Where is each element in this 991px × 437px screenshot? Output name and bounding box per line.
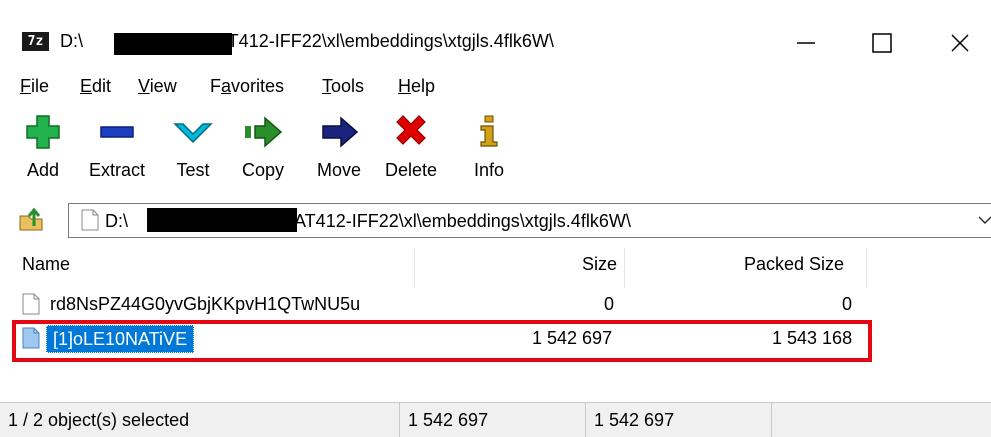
menu-file-mnemonic: F — [20, 76, 31, 96]
maximize-icon — [872, 33, 892, 53]
test-button[interactable]: Test — [158, 110, 228, 181]
move-button[interactable]: Move — [304, 110, 374, 181]
status-selection-text: 1 / 2 object(s) selected — [8, 410, 190, 430]
maximize-button[interactable] — [852, 22, 912, 64]
menu-edit-mnemonic: E — [80, 76, 93, 96]
copy-arrow-icon — [245, 116, 283, 148]
menu-favorites-mnemonic: a — [221, 76, 232, 96]
plus-icon — [26, 115, 60, 149]
info-icon — [480, 115, 498, 147]
delete-label: Delete — [384, 160, 438, 180]
status-size-text: 1 542 697 — [408, 410, 489, 430]
menu-edit-label: dit — [92, 76, 112, 96]
status-size-cell: 1 542 697 — [400, 403, 586, 437]
copy-button[interactable]: Copy — [228, 110, 298, 181]
red-highlight-annotation — [12, 320, 872, 362]
column-header-packed-size[interactable]: Packed Size — [744, 254, 844, 275]
file-packed-size: 0 — [842, 294, 853, 314]
status-packed-text: 1 542 697 — [594, 410, 675, 430]
window-title-prefix: D:\ — [60, 31, 84, 51]
file-name: rd8NsPZ44G0yvGbjKKpvH1QTwNU5u — [50, 294, 361, 314]
add-button[interactable]: Add — [8, 110, 78, 181]
close-button[interactable] — [930, 22, 990, 64]
redaction-bar — [114, 33, 232, 55]
column-header-size[interactable]: Size — [582, 254, 617, 275]
redaction-bar — [147, 208, 297, 232]
minimize-icon — [797, 42, 815, 44]
menu-help-label: elp — [411, 76, 436, 96]
address-path-suffix: GAT412-IFF22\xl\embeddings\xtgjls.4flk6W… — [280, 211, 631, 231]
info-button[interactable]: Info — [454, 110, 524, 181]
menu-file[interactable]: File — [20, 76, 49, 97]
window-title-suffix: GAT412-IFF22\xl\embeddings\xtgjls.4flk6W… — [203, 31, 554, 51]
column-divider — [866, 248, 867, 288]
table-row[interactable]: rd8NsPZ44G0yvGbjKKpvH1QTwNU5u 0 0 — [0, 290, 991, 320]
menu-edit[interactable]: Edit — [80, 76, 111, 97]
menu-help-mnemonic: H — [398, 76, 411, 96]
menu-view[interactable]: View — [138, 76, 177, 97]
menu-favorites[interactable]: Favorites — [210, 76, 284, 97]
minus-icon — [100, 126, 134, 138]
copy-label: Copy — [241, 160, 285, 180]
move-arrow-icon — [322, 116, 359, 148]
up-folder-button[interactable] — [18, 206, 44, 237]
move-label: Move — [316, 160, 361, 180]
address-field[interactable]: D:\ GAT412-IFF22\xl\embeddings\xtgjls.4fl… — [68, 203, 991, 238]
file-size: 0 — [604, 294, 615, 314]
test-label: Test — [176, 160, 210, 180]
add-label: Add — [26, 160, 60, 180]
column-divider — [624, 248, 625, 288]
info-label: Info — [473, 160, 505, 180]
status-packed-cell: 1 542 697 — [586, 403, 772, 437]
close-icon — [951, 34, 969, 52]
address-bar: D:\ GAT412-IFF22\xl\embeddings\xtgjls.4fl… — [0, 200, 991, 240]
menu-file-label: ile — [31, 76, 50, 96]
address-path-prefix: D:\ — [105, 211, 129, 231]
column-divider — [414, 248, 415, 288]
delete-x-icon — [396, 115, 426, 145]
column-header-name[interactable]: Name — [22, 254, 70, 275]
menu-bar: File Edit View Favorites Tools Help — [0, 70, 991, 106]
toolbar: Add Extract Test Copy Move Delete Info — [0, 110, 991, 196]
delete-button[interactable]: Delete — [376, 110, 446, 181]
7zip-app-icon: 7z — [22, 32, 49, 51]
check-chevron-icon — [173, 123, 213, 144]
document-icon — [22, 293, 40, 315]
menu-help[interactable]: Help — [398, 76, 435, 97]
menu-favorites-label: vorites — [231, 76, 285, 96]
menu-tools-mnemonic: T — [322, 76, 331, 96]
document-icon — [81, 209, 99, 231]
menu-favorites-first: F — [210, 76, 221, 96]
status-bar: 1 / 2 object(s) selected 1 542 697 1 542… — [0, 402, 991, 437]
title-bar: 7z D:\ GAT412-IFF22\xl\embeddings\xtgjls.… — [0, 0, 991, 70]
status-selection-cell: 1 / 2 object(s) selected — [0, 403, 400, 437]
extract-label: Extract — [88, 160, 145, 180]
up-folder-icon — [19, 207, 43, 231]
extract-button[interactable]: Extract — [82, 110, 152, 181]
minimize-button[interactable] — [776, 22, 836, 64]
menu-tools-label: ools — [331, 76, 365, 96]
menu-tools[interactable]: Tools — [322, 76, 364, 97]
menu-view-label: iew — [149, 76, 177, 96]
menu-view-mnemonic: V — [138, 76, 150, 96]
chevron-down-icon[interactable] — [977, 212, 991, 228]
